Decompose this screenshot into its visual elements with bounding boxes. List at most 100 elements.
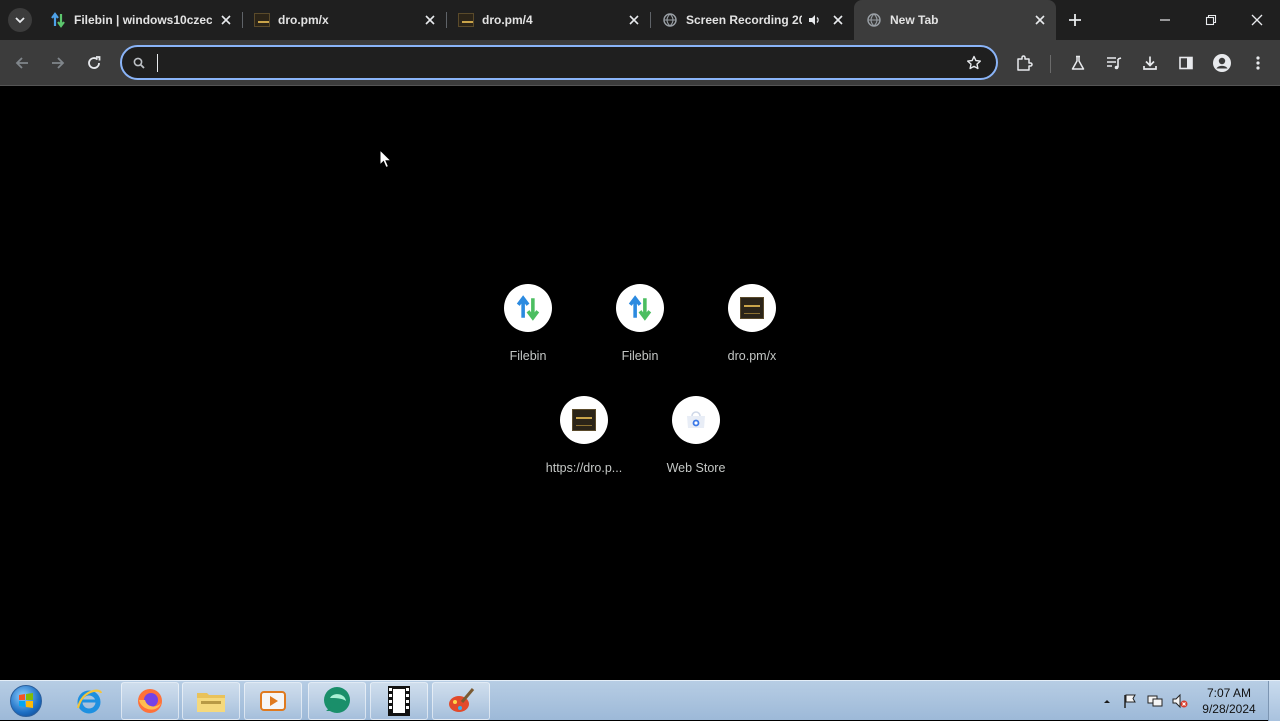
firefox-icon	[138, 689, 162, 713]
reload-icon	[88, 56, 101, 69]
side-panel-icon	[1179, 56, 1193, 70]
flask-icon	[1071, 55, 1085, 70]
avatar-icon	[1213, 54, 1231, 72]
network-icon[interactable]	[1147, 693, 1163, 709]
film-strip-icon	[388, 686, 410, 716]
clock-time: 7:07 AM	[1206, 686, 1252, 700]
address-bar[interactable]	[120, 45, 998, 80]
minimize-icon	[1160, 19, 1170, 21]
address-input[interactable]	[156, 51, 936, 74]
text-caret	[157, 54, 158, 72]
arrow-right-icon	[52, 57, 65, 69]
playlist-music-icon	[1107, 57, 1122, 70]
start-button[interactable]	[4, 683, 48, 719]
action-center-flag-icon[interactable]	[1122, 693, 1138, 709]
shortcut-label: Filebin	[509, 349, 547, 363]
new-tab-button[interactable]	[1063, 8, 1087, 32]
system-clock[interactable]: 7:07 AM 9/28/2024	[1198, 685, 1260, 717]
shortcut-tile[interactable]: Filebin	[472, 284, 584, 396]
bookmark-star-icon[interactable]	[964, 53, 984, 73]
web-store-icon	[672, 396, 720, 444]
back-button[interactable]	[6, 47, 38, 79]
close-tab-icon[interactable]	[422, 12, 438, 28]
extensions-button[interactable]	[1008, 47, 1040, 79]
taskbar: 7:07 AM 9/28/2024	[0, 680, 1280, 721]
arrow-left-icon	[15, 57, 28, 69]
shortcut-tile[interactable]: dro.pm/x	[696, 284, 808, 396]
tab-dro-x[interactable]: dro.pm/x	[242, 4, 446, 36]
puzzle-icon	[1017, 55, 1033, 71]
dro-thumbnail-icon	[458, 12, 474, 28]
tab-new-tab[interactable]: New Tab	[854, 0, 1056, 40]
globe-icon	[662, 12, 678, 28]
tab-search-button[interactable]	[8, 8, 32, 32]
media-player-icon	[260, 691, 286, 711]
tab-title: New Tab	[890, 13, 939, 27]
clock-date: 9/28/2024	[1202, 702, 1256, 716]
forward-button[interactable]	[42, 47, 74, 79]
tab-strip: Filebin | windows10czeck dro.pm/x dro.pm…	[0, 0, 1280, 40]
downloads-button[interactable]	[1134, 47, 1166, 79]
restore-button[interactable]	[1188, 0, 1234, 40]
labs-button[interactable]	[1062, 47, 1094, 79]
paint-icon	[449, 688, 475, 712]
close-icon	[1251, 14, 1263, 26]
close-tab-icon[interactable]	[218, 12, 234, 28]
tray-expand-icon[interactable]	[1099, 693, 1115, 709]
filebin-icon	[50, 12, 66, 28]
close-tab-icon[interactable]	[830, 12, 846, 28]
dro-thumbnail-icon	[560, 396, 608, 444]
download-icon	[1143, 56, 1157, 70]
tab-screen-recording[interactable]: Screen Recording 20	[650, 4, 854, 36]
chevron-down-icon	[15, 17, 25, 24]
shortcut-label: dro.pm/x	[727, 349, 777, 363]
minimize-button[interactable]	[1142, 0, 1188, 40]
tab-dro-4[interactable]: dro.pm/4	[446, 4, 650, 36]
plus-icon	[1069, 14, 1081, 26]
taskbar-media-player[interactable]	[244, 682, 302, 720]
taskbar-paint-app[interactable]	[432, 682, 490, 720]
kebab-menu-icon	[1256, 56, 1260, 70]
shortcut-label: Web Store	[666, 461, 726, 475]
internet-explorer-icon	[76, 689, 103, 714]
reload-button[interactable]	[78, 47, 110, 79]
restore-icon	[1205, 14, 1217, 26]
side-panel-button[interactable]	[1170, 47, 1202, 79]
profile-button[interactable]	[1206, 47, 1238, 79]
browser-toolbar	[0, 40, 1280, 86]
taskbar-internet-explorer[interactable]	[60, 682, 118, 720]
media-controls-button[interactable]	[1098, 47, 1130, 79]
search-icon	[130, 54, 148, 72]
shortcut-tile[interactable]: Web Store	[640, 396, 752, 508]
show-desktop-button[interactable]	[1268, 681, 1280, 721]
taskbar-firefox[interactable]	[121, 682, 179, 720]
tab-filebin[interactable]: Filebin | windows10czeck	[38, 4, 242, 36]
menu-button[interactable]	[1242, 47, 1274, 79]
green-bubble-icon	[324, 687, 350, 713]
shortcut-label: Filebin	[621, 349, 659, 363]
folder-icon	[197, 693, 225, 712]
shortcut-label: https://dro.p...	[545, 461, 623, 475]
mouse-pointer-icon	[379, 149, 393, 169]
globe-icon	[866, 12, 882, 28]
dro-thumbnail-icon	[728, 284, 776, 332]
close-tab-icon[interactable]	[1032, 12, 1048, 28]
taskbar-app-green[interactable]	[308, 682, 366, 720]
shortcut-tile[interactable]: Filebin	[584, 284, 696, 396]
new-tab-page: Filebin Filebin dro.pm/x https://dro.p..…	[0, 87, 1280, 680]
toolbar-separator	[1050, 55, 1051, 73]
volume-muted-icon[interactable]	[1172, 693, 1188, 709]
tab-title: dro.pm/4	[482, 13, 533, 27]
tab-title: Filebin | windows10czeck	[74, 13, 212, 27]
close-tab-icon[interactable]	[626, 12, 642, 28]
filebin-icon	[616, 284, 664, 332]
speaker-icon[interactable]	[806, 12, 822, 28]
close-window-button[interactable]	[1234, 0, 1280, 40]
shortcut-tile[interactable]: https://dro.p...	[528, 396, 640, 508]
filebin-icon	[504, 284, 552, 332]
tab-title: Screen Recording 20	[686, 13, 802, 27]
dro-thumbnail-icon	[254, 12, 270, 28]
windows-logo-icon	[10, 685, 42, 717]
taskbar-film-app[interactable]	[370, 682, 428, 720]
taskbar-file-explorer[interactable]	[182, 682, 240, 720]
